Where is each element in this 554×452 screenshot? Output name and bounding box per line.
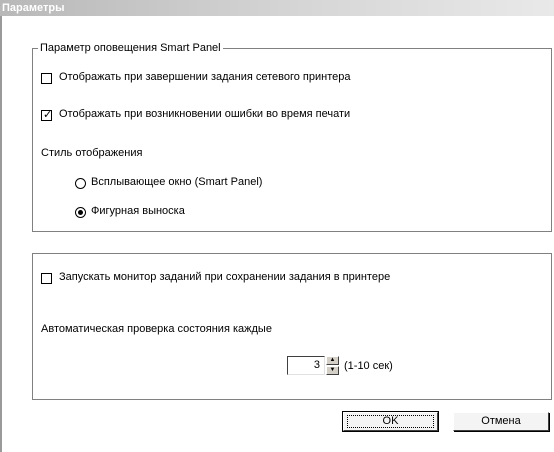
spin-up-icon[interactable]: ▲ bbox=[326, 356, 339, 365]
print-error-label[interactable]: Отображать при возникновении ошибки во в… bbox=[59, 107, 350, 121]
ok-button[interactable]: OK bbox=[342, 411, 439, 432]
cancel-button-label: Отмена bbox=[481, 415, 521, 427]
ok-button-label: OK bbox=[382, 415, 399, 427]
window-title: Параметры bbox=[2, 2, 65, 14]
network-printer-label[interactable]: Отображать при завершении задания сетево… bbox=[59, 70, 351, 84]
cancel-button[interactable]: Отмена bbox=[453, 412, 549, 431]
job-monitor-checkbox[interactable] bbox=[41, 273, 52, 284]
display-style-label: Стиль отображения bbox=[41, 147, 143, 159]
interval-range-label: (1-10 сек) bbox=[344, 360, 393, 372]
notification-group-legend: Параметр оповещения Smart Panel bbox=[38, 42, 223, 55]
checkmark-icon: ✓ bbox=[43, 109, 53, 121]
interval-stepper[interactable]: ▲ ▼ bbox=[326, 356, 339, 375]
callout-radio[interactable] bbox=[75, 207, 86, 218]
title-bar: Параметры bbox=[0, 0, 554, 16]
job-monitor-label[interactable]: Запускать монитор заданий при сохранении… bbox=[59, 270, 390, 284]
window-left-border bbox=[0, 16, 2, 452]
print-error-checkbox[interactable]: ✓ bbox=[41, 109, 53, 121]
status-check-label: Автоматическая проверка состояния каждые bbox=[41, 323, 272, 335]
popup-window-label[interactable]: Всплывающее окно (Smart Panel) bbox=[91, 175, 262, 189]
radio-selected-dot-icon bbox=[78, 210, 83, 215]
interval-input[interactable]: 3 bbox=[287, 356, 325, 375]
spin-down-icon[interactable]: ▼ bbox=[326, 366, 339, 375]
network-printer-checkbox[interactable] bbox=[41, 73, 52, 84]
callout-label[interactable]: Фигурная выноска bbox=[91, 204, 185, 218]
popup-window-radio[interactable] bbox=[75, 178, 86, 189]
